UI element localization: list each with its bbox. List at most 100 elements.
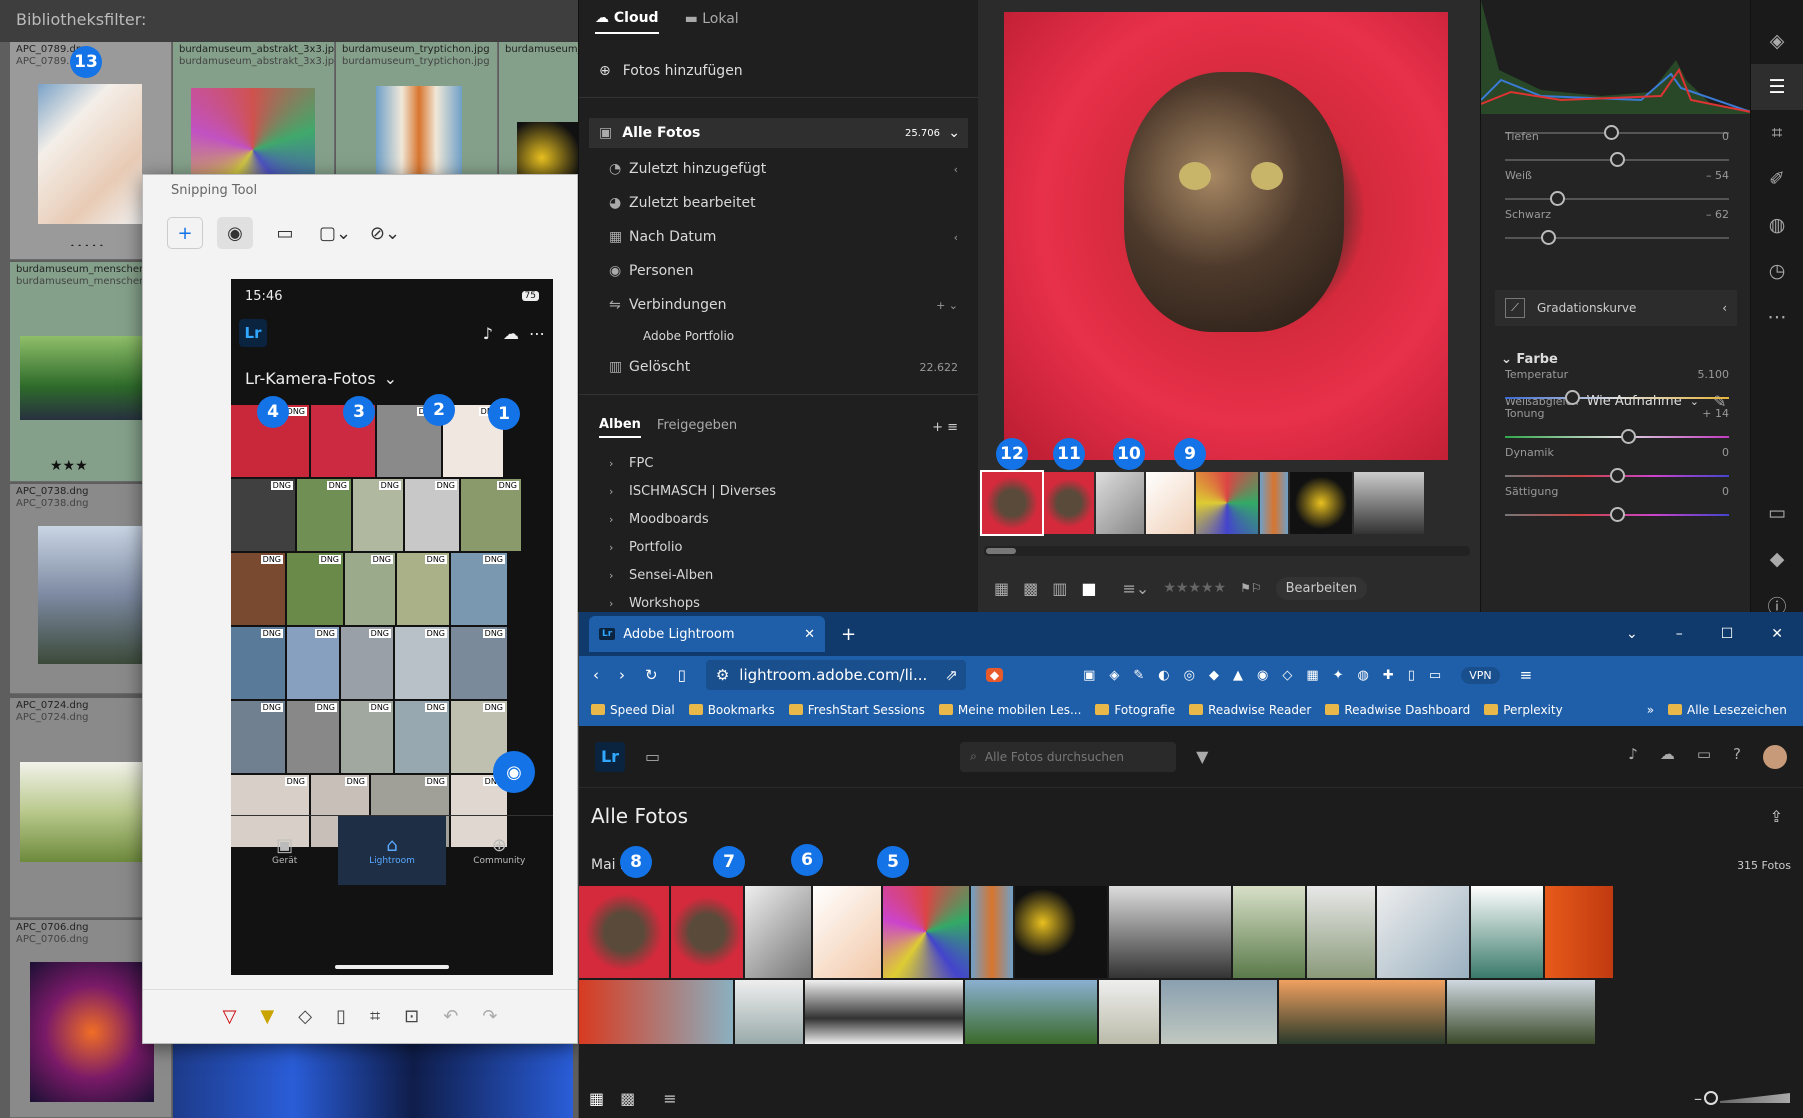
photo-thumbnail[interactable]: DNG [395, 701, 449, 773]
color-section-header[interactable]: ⌄ Farbe [1501, 352, 1558, 367]
comment-icon[interactable]: ▭ [1751, 490, 1803, 536]
sidebar-item-recently-edited[interactable]: ◕ Zuletzt bearbeitet [579, 186, 978, 220]
grid-view-icon[interactable]: ▦ [994, 579, 1009, 598]
tag-icon[interactable]: ◈ [1751, 18, 1803, 64]
cloud-icon[interactable]: ☁ [503, 324, 519, 343]
crop-icon[interactable]: ⌗ [370, 1006, 380, 1027]
photo-thumbnail[interactable] [1099, 980, 1159, 1044]
snip-mode-icon[interactable]: ▢⌄ [317, 217, 353, 249]
photo-thumbnail[interactable] [965, 980, 1097, 1044]
photo-thumbnail[interactable]: DNG [451, 553, 507, 625]
bookmark-item[interactable]: Meine mobilen Les... [938, 703, 1081, 717]
photo-thumbnail[interactable] [735, 980, 803, 1044]
bookmark-item[interactable]: Readwise Dashboard [1325, 703, 1470, 717]
sort-icon[interactable]: ≡ [663, 1089, 676, 1108]
sliders-icon[interactable]: ☰ [1751, 64, 1803, 110]
vpn-button[interactable]: VPN [1461, 666, 1500, 684]
filmstrip-thumbnail[interactable] [980, 470, 1044, 536]
forward-icon[interactable]: › [619, 666, 625, 684]
adjust-slider[interactable]: Dynamik 0 [1505, 446, 1729, 483]
grid-view-icon[interactable]: ▦ [589, 1089, 604, 1108]
photo-thumbnail[interactable]: DNG [231, 553, 285, 625]
extension-icon[interactable]: ◉ [1257, 668, 1268, 683]
extension-icon[interactable]: ◈ [1109, 668, 1119, 683]
album-item[interactable]: › Sensei-Alben [579, 561, 978, 589]
filmstrip-thumbnail[interactable] [1260, 472, 1288, 534]
bell-icon[interactable]: ♪ [1628, 745, 1638, 769]
photo-thumbnail[interactable] [579, 980, 733, 1044]
chevron-down-icon[interactable]: ⌄ [1626, 626, 1638, 642]
bookmark-icon[interactable]: ▯ [678, 666, 686, 684]
nav-community[interactable]: ⊕ Community [446, 816, 553, 885]
photo-thumbnail[interactable]: DNG [287, 553, 343, 625]
more-icon[interactable]: ⋯ [529, 324, 545, 343]
browser-tab[interactable]: Lr Adobe Lightroom ✕ [589, 616, 825, 652]
ruler-icon[interactable]: ▯ [336, 1006, 346, 1027]
puzzle-icon[interactable]: ✚ [1383, 668, 1394, 683]
pen-icon[interactable]: ▽ [223, 1006, 237, 1027]
photo-thumbnail[interactable]: DNG [231, 479, 295, 551]
new-snip-button[interactable]: + [167, 217, 203, 249]
photo-thumbnail[interactable] [579, 886, 669, 978]
search-input[interactable]: ⌕ Alle Fotos durchsuchen [960, 741, 1177, 772]
camera-button[interactable]: ◉ [493, 751, 535, 793]
photo-thumbnail[interactable] [1471, 886, 1543, 978]
photo-thumbnail[interactable]: DNG [353, 479, 403, 551]
nav-lightroom[interactable]: ⌂ Lightroom [338, 816, 446, 885]
photo-thumbnail[interactable] [1279, 980, 1445, 1044]
square-grid-icon[interactable]: ▩ [1023, 579, 1038, 598]
photo-thumbnail[interactable] [971, 886, 1013, 978]
adjust-slider[interactable]: Weiß – 54 [1505, 169, 1729, 206]
photo-thumbnail[interactable] [813, 886, 881, 978]
video-icon[interactable]: ▭ [267, 217, 303, 249]
square-grid-icon[interactable]: ▩ [620, 1089, 635, 1108]
photo-thumbnail[interactable]: DNG [397, 553, 449, 625]
add-photos-button[interactable]: ⊕ Fotos hinzufügen [579, 44, 978, 98]
all-photos-item[interactable]: ▣ Alle Fotos 25.706 ⌄ [589, 118, 968, 148]
share-icon[interactable]: ⇪ [1770, 807, 1783, 826]
edit-button[interactable]: Bearbeiten [1275, 576, 1368, 600]
wallet-icon[interactable]: ▭ [1429, 668, 1441, 683]
photo-thumbnail[interactable]: DNG [287, 627, 339, 699]
adjust-slider[interactable]: Schwarz – 62 [1505, 208, 1729, 245]
star-rating[interactable]: ★★★★★ [1163, 580, 1226, 596]
album-item[interactable]: › FPC [579, 449, 978, 477]
extension-icon[interactable]: ▲ [1233, 668, 1243, 683]
tab-shared[interactable]: Freigegeben [657, 418, 737, 437]
sidebar-item-by-date[interactable]: ▦ Nach Datum ‹ [579, 220, 978, 254]
filmstrip-thumbnail[interactable] [1044, 472, 1094, 534]
help-icon[interactable]: ? [1733, 745, 1741, 769]
chevron-down-icon[interactable]: ⌄ [384, 369, 397, 388]
minimize-icon[interactable]: – [1676, 626, 1683, 642]
present-icon[interactable]: ▭ [1697, 745, 1711, 769]
tone-curve-section[interactable]: ⟋ Gradationskurve ‹ [1495, 290, 1737, 326]
photo-thumbnail[interactable]: DNG [345, 553, 395, 625]
bookmark-item[interactable]: FreshStart Sessions [788, 703, 925, 717]
star-rating[interactable]: ★★★ [50, 458, 88, 474]
album-item[interactable]: › Portfolio [579, 533, 978, 561]
keyword-icon[interactable]: ◆ [1751, 536, 1803, 582]
lightroom-logo[interactable]: Lr [595, 741, 625, 772]
sidebar-item-deleted[interactable]: ▥ Gelöscht 22.622 [579, 350, 978, 384]
extension-icon[interactable]: ◎ [1184, 668, 1195, 683]
more-icon[interactable]: ⋯ [1751, 294, 1803, 340]
photo-thumbnail[interactable]: DNG [405, 479, 459, 551]
filmstrip-thumbnail[interactable] [1354, 472, 1424, 534]
brave-shield-icon[interactable]: ◆ [985, 668, 1004, 682]
sidebar-item-people[interactable]: ◉ Personen [579, 254, 978, 288]
bookmark-item[interactable]: Fotografie [1095, 703, 1175, 717]
photo-thumbnail[interactable]: DNG [341, 701, 393, 773]
photo-thumbnail[interactable] [1307, 886, 1375, 978]
filter-icon[interactable]: ▼ [1196, 747, 1208, 766]
adjust-slider[interactable]: Tiefen 0 [1505, 130, 1729, 167]
healing-icon[interactable]: ✐ [1751, 156, 1803, 202]
new-tab-icon[interactable]: + [841, 624, 856, 645]
filmstrip-thumbnail[interactable] [1096, 472, 1144, 534]
album-title[interactable]: Lr-Kamera-Fotos [245, 369, 376, 388]
camera-icon[interactable]: ◉ [217, 217, 253, 249]
reload-icon[interactable]: ↻ [645, 666, 658, 684]
undo-icon[interactable]: ↶ [443, 1006, 458, 1027]
flag-icon[interactable]: ⚑⚐ [1240, 581, 1262, 595]
filmstrip-thumbnail[interactable] [1146, 472, 1194, 534]
all-bookmarks-item[interactable]: Alle Lesezeichen [1668, 703, 1787, 717]
